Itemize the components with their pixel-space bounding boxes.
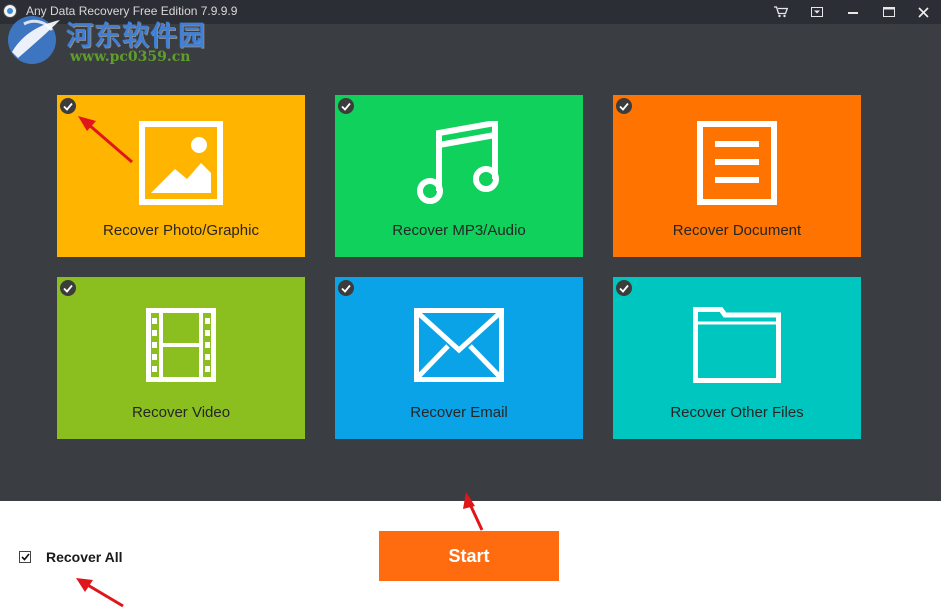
minimize-icon — [848, 12, 858, 14]
recover-all-checkbox[interactable]: Recover All — [19, 549, 123, 565]
check-icon[interactable] — [338, 98, 354, 114]
dropdown-icon — [811, 7, 823, 17]
minimize-button[interactable] — [838, 0, 868, 24]
tile-label: Recover MP3/Audio — [392, 222, 526, 239]
tile-label: Recover Photo/Graphic — [103, 222, 259, 239]
check-icon[interactable] — [616, 280, 632, 296]
cart-icon — [774, 6, 788, 18]
close-button[interactable] — [908, 0, 938, 24]
bottom-bar: Recover All Start — [0, 501, 941, 615]
tile-recover-video[interactable]: Recover Video — [57, 277, 305, 439]
tile-recover-other-files[interactable]: Recover Other Files — [613, 277, 861, 439]
tile-label: Recover Video — [131, 404, 231, 421]
check-icon[interactable] — [60, 280, 76, 296]
maximize-button[interactable] — [874, 0, 904, 24]
envelope-icon — [414, 308, 504, 382]
cart-button[interactable] — [766, 0, 796, 24]
menu-dropdown-button[interactable] — [802, 0, 832, 24]
check-icon[interactable] — [616, 98, 632, 114]
check-icon[interactable] — [60, 98, 76, 114]
window-title: Any Data Recovery Free Edition 7.9.9.9 — [26, 4, 238, 18]
folder-icon — [693, 307, 781, 383]
tile-label: Recover Document — [672, 222, 802, 239]
check-icon[interactable] — [338, 280, 354, 296]
close-icon — [917, 6, 929, 18]
tile-recover-email[interactable]: Recover Email — [335, 277, 583, 439]
start-button[interactable]: Start — [379, 531, 559, 581]
tile-recover-document[interactable]: Recover Document — [613, 95, 861, 257]
music-note-icon — [417, 121, 499, 204]
film-icon — [146, 308, 216, 382]
tile-recover-photo[interactable]: Recover Photo/Graphic — [57, 95, 305, 257]
title-bar: Any Data Recovery Free Edition 7.9.9.9 — [0, 0, 941, 24]
main-panel: Recover Photo/Graphic Recover MP3/Audio … — [0, 24, 941, 501]
app-logo-icon — [3, 4, 17, 18]
tile-label: Recover Other Files — [670, 404, 804, 421]
document-icon — [697, 121, 777, 205]
recover-all-label: Recover All — [46, 549, 123, 565]
checkbox-icon[interactable] — [19, 551, 31, 563]
maximize-icon — [883, 7, 895, 17]
tile-recover-audio[interactable]: Recover MP3/Audio — [335, 95, 583, 257]
tile-label: Recover Email — [410, 404, 508, 421]
image-icon — [139, 121, 223, 205]
